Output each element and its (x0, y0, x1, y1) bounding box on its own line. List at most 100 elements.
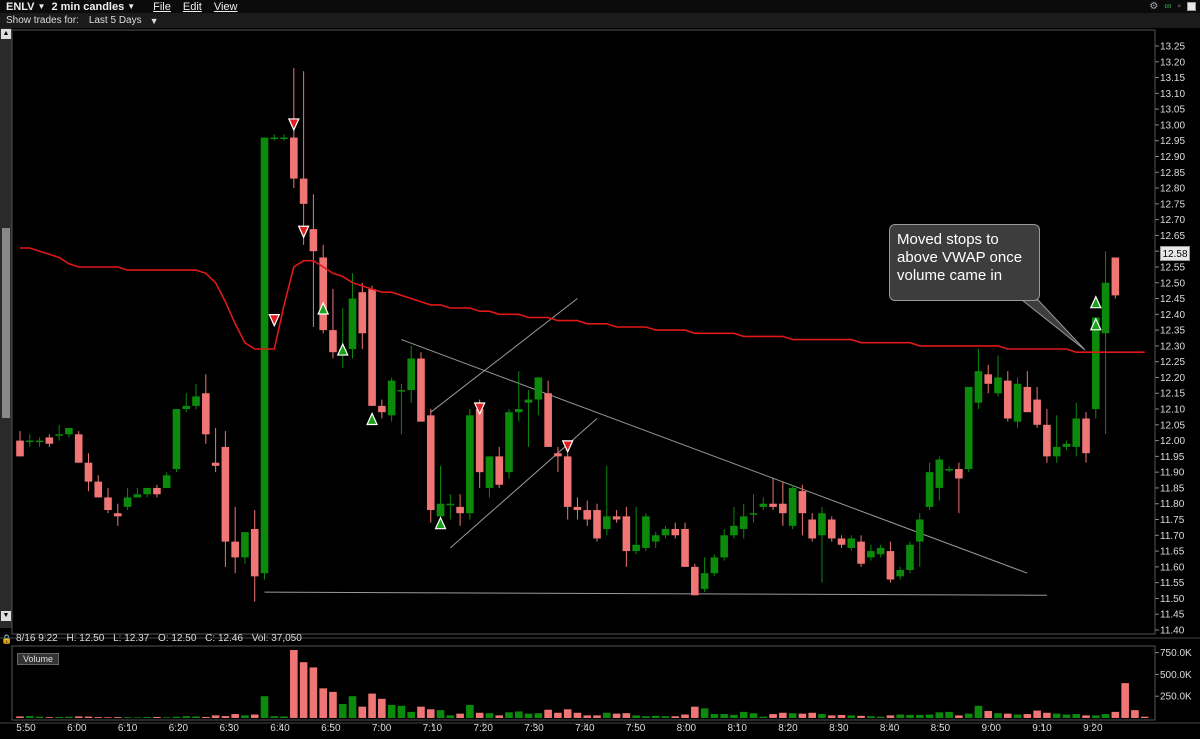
candle-body (290, 137, 298, 179)
volume-bar (1072, 714, 1081, 718)
info-open: O: 12.50 (158, 633, 197, 644)
candle-body (35, 440, 44, 443)
price-tick-label: 13.15 (1160, 73, 1185, 84)
price-tick-label: 12.50 (1160, 278, 1185, 289)
candle-body (1023, 386, 1032, 413)
time-tick-label: 7:50 (626, 723, 646, 734)
info-volume: Vol: 37,050 (251, 633, 302, 644)
period-selector[interactable]: 2 min candles (51, 1, 124, 13)
candle-body (446, 503, 455, 506)
volume-bar (231, 714, 239, 718)
candle-body (133, 494, 142, 498)
ticker-symbol[interactable]: ENLV (6, 1, 35, 13)
settings-icon[interactable]: ⚙ (1149, 1, 1158, 12)
volume-bar (426, 709, 435, 718)
candle-body (280, 137, 288, 140)
volume-bar (700, 708, 709, 718)
candle-body (906, 544, 914, 571)
chevron-down-icon[interactable]: ▼ (150, 16, 159, 26)
chevron-down-icon[interactable]: ▼ (38, 2, 46, 11)
volume-bar (798, 713, 807, 718)
time-tick-label: 7:10 (423, 723, 443, 734)
menu-edit[interactable]: Edit (183, 1, 202, 13)
candle-body (984, 374, 993, 384)
candle-body (573, 506, 582, 511)
price-tick-label: 12.10 (1160, 405, 1185, 416)
volume-bar (65, 716, 73, 718)
candle-body (603, 516, 611, 529)
candle-body (466, 415, 474, 514)
show-trades-select[interactable]: Last 5 Days (89, 15, 142, 26)
menu-view[interactable]: View (214, 1, 238, 13)
info-low: L: 12.37 (113, 633, 150, 644)
volume-bar (632, 715, 640, 718)
volume-bar (348, 696, 357, 718)
show-trades-label: Show trades for: (6, 15, 79, 26)
chevron-down-icon[interactable]: ▼ (127, 2, 135, 11)
volume-bar (162, 717, 171, 718)
annotation-callout[interactable]: Moved stops to above VWAP once volume ca… (889, 224, 1040, 301)
volume-bar (974, 705, 983, 718)
volume-bar (935, 712, 944, 718)
candle-body (231, 541, 239, 558)
window-close-icon[interactable] (1187, 2, 1196, 11)
sell-marker-icon (268, 314, 281, 328)
volume-bar (622, 713, 631, 718)
volume-bar (563, 709, 572, 718)
volume-tick-label: 750.0K (1160, 648, 1192, 659)
price-tick-label: 12.35 (1160, 326, 1185, 337)
volume-bar (827, 715, 836, 718)
candle-body (55, 434, 63, 436)
candle-body (661, 528, 670, 536)
candle-body (495, 456, 504, 485)
volume-bar (104, 717, 112, 718)
volume-bar (407, 711, 415, 718)
candle-body (710, 557, 719, 574)
volume-bar (915, 714, 924, 718)
info-high: H: 12.50 (66, 633, 105, 644)
candle-body (827, 519, 836, 539)
candle-body (221, 446, 230, 542)
buy-marker-icon (1089, 295, 1102, 309)
candle-body (867, 551, 875, 558)
price-tick-label: 12.25 (1160, 357, 1185, 368)
link-icon[interactable]: ∞ (1164, 1, 1171, 12)
volume-bar (368, 693, 376, 718)
price-tick-label: 12.00 (1160, 436, 1185, 447)
info-date: 8/16 9:22 (16, 633, 58, 644)
volume-bar (524, 713, 533, 718)
volume-bar (338, 704, 347, 718)
volume-bar (446, 715, 455, 718)
candle-body (925, 472, 934, 507)
candle-body (1111, 257, 1120, 296)
pin-icon[interactable]: ◦ (1177, 1, 1181, 12)
candle-body (241, 532, 249, 558)
candle-body (896, 570, 904, 577)
candle-body (955, 469, 963, 479)
sell-marker-icon (297, 225, 310, 239)
volume-bar (260, 696, 269, 718)
chart-window: ENLV ▼ 2 min candles ▼ File Edit View ⚙ … (0, 0, 1200, 739)
volume-bar (612, 713, 621, 718)
volume-bar (603, 712, 611, 718)
volume-bar (45, 717, 54, 718)
candle-body (818, 513, 826, 536)
time-tick-label: 5:50 (16, 723, 36, 734)
candle-body (436, 503, 445, 517)
candle-body (671, 528, 680, 536)
candle-body (94, 481, 103, 498)
volume-bar (642, 716, 650, 718)
candle-body (759, 503, 768, 507)
candle-body (857, 541, 865, 564)
time-tick-label: 8:40 (880, 723, 900, 734)
volume-bar (436, 710, 445, 718)
menu-file[interactable]: File (153, 1, 171, 13)
candle-body (749, 513, 758, 515)
candle-body (769, 503, 777, 507)
candle-body (691, 566, 699, 596)
volume-bar (514, 711, 523, 718)
candle-body (162, 475, 171, 488)
time-tick-label: 6:40 (270, 723, 290, 734)
volume-bar (241, 715, 249, 718)
price-tick-label: 11.80 (1160, 499, 1185, 510)
